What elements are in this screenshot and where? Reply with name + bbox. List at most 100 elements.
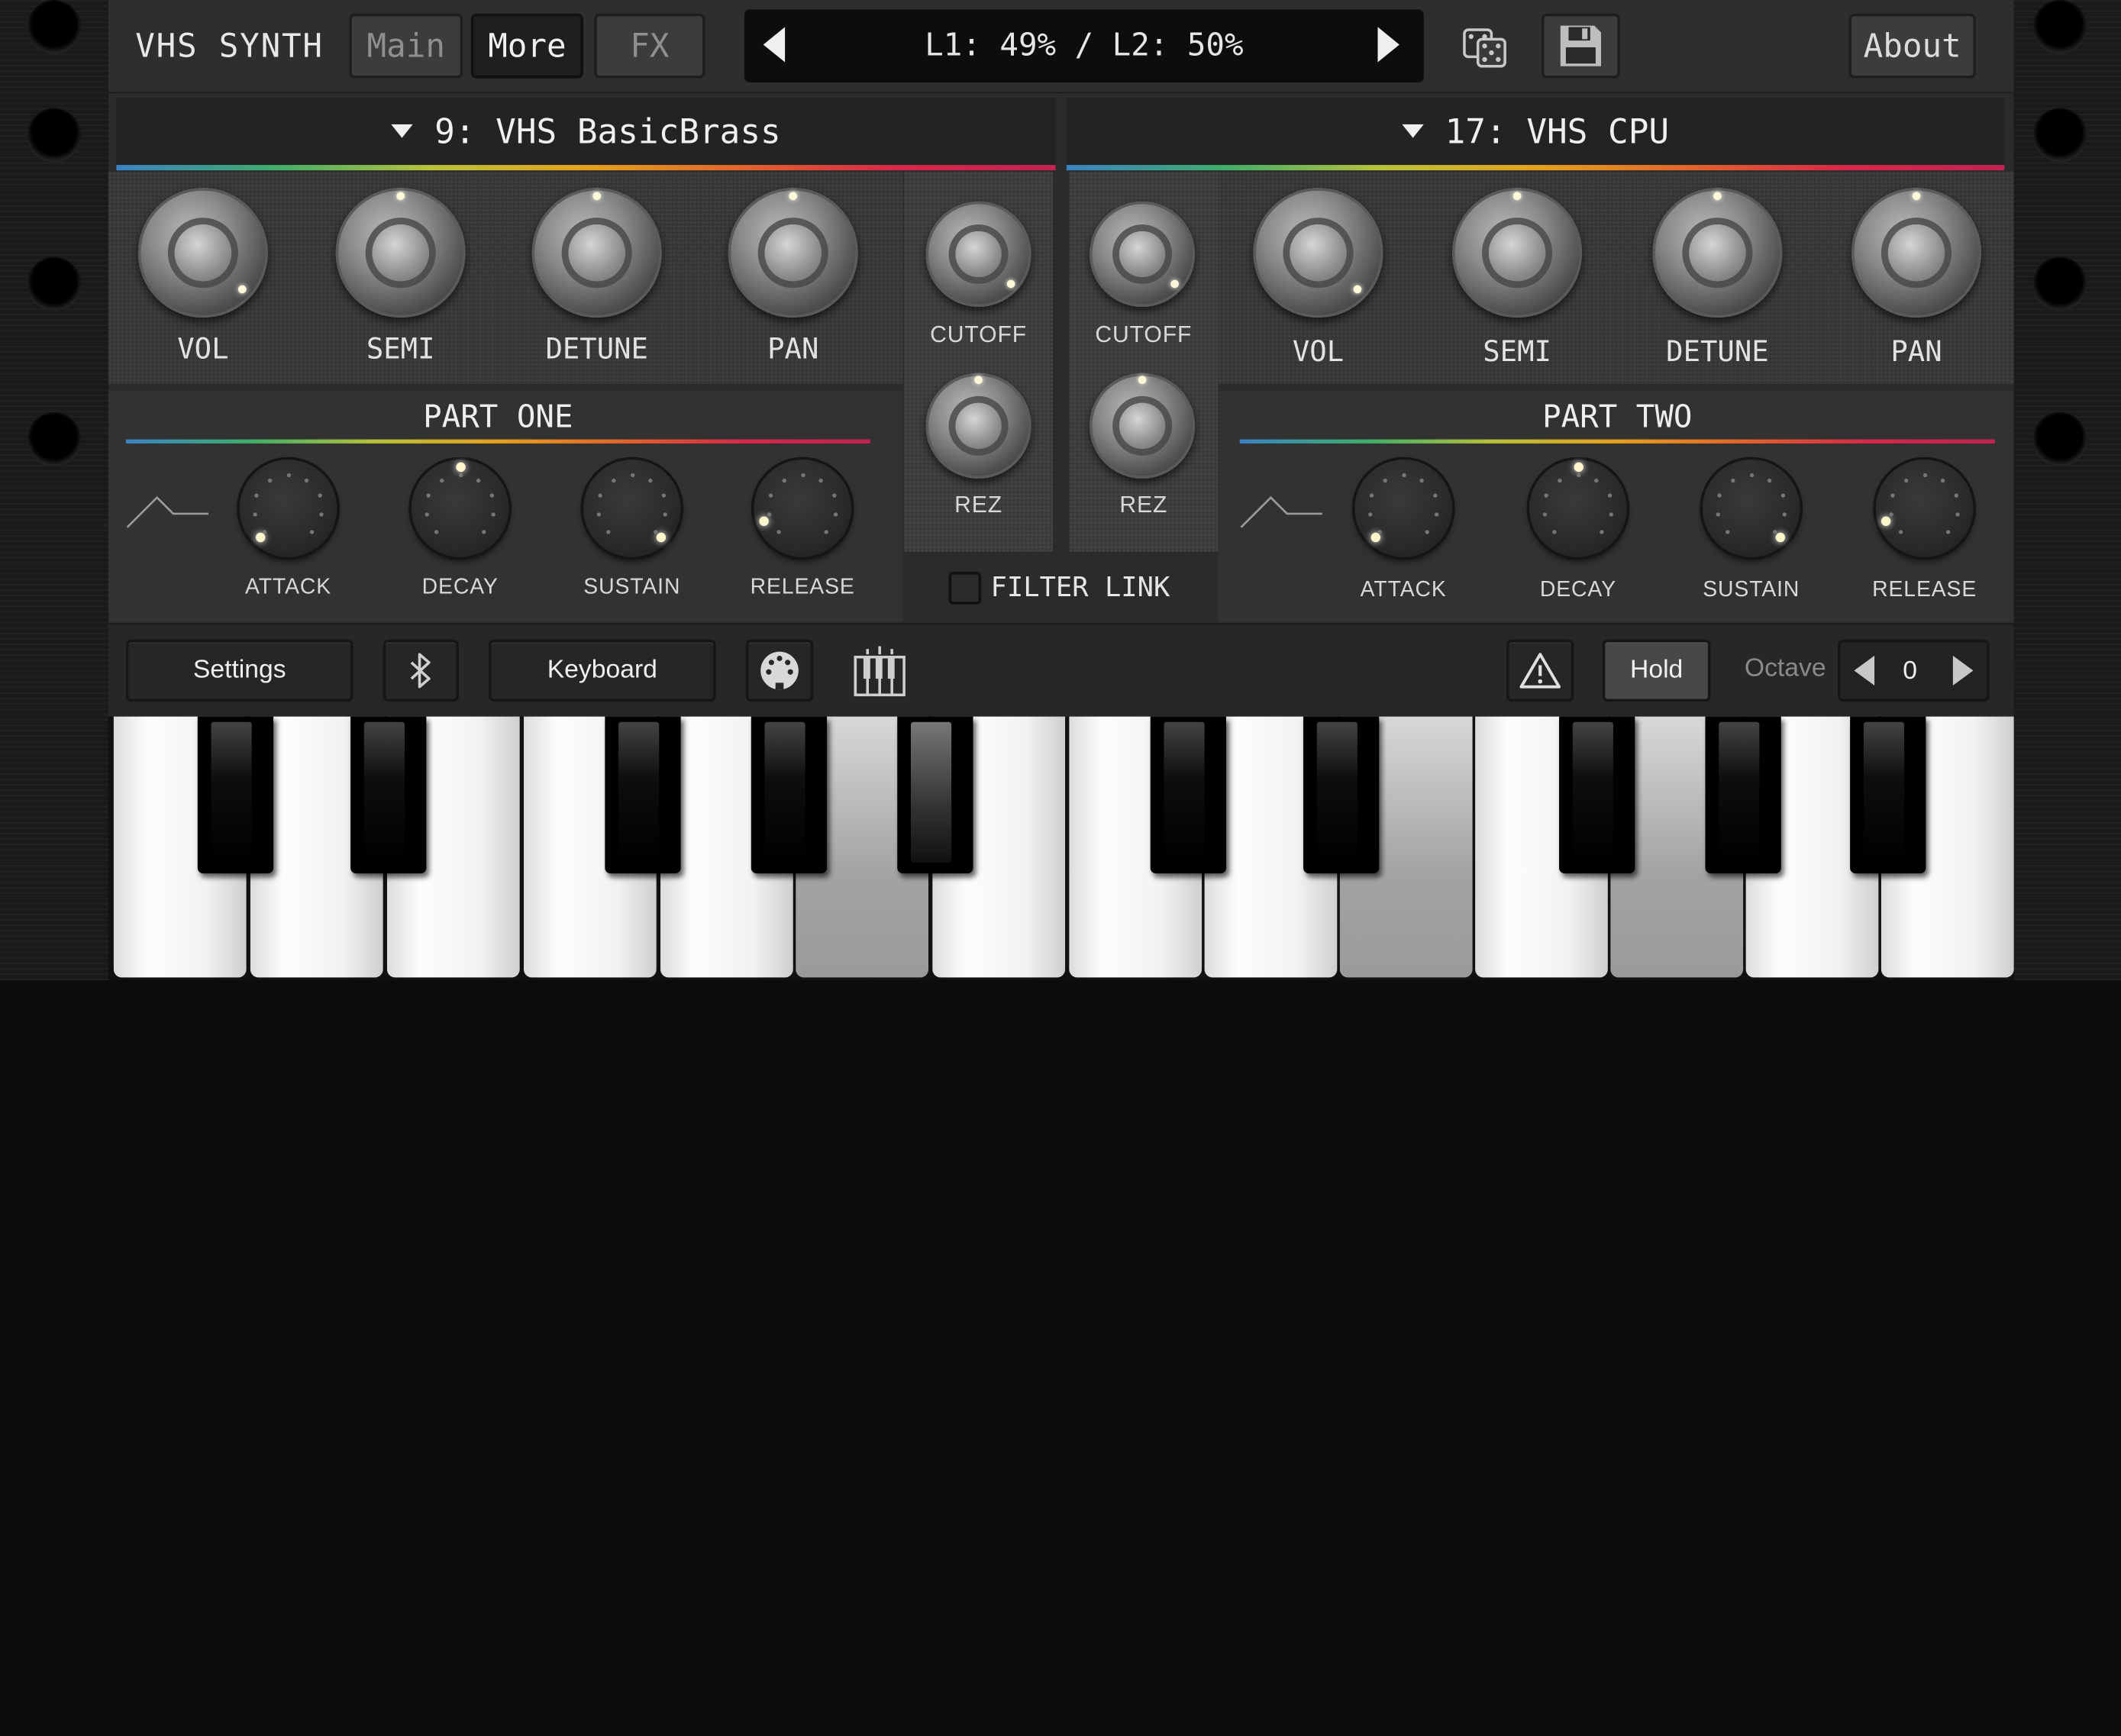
rez-knob[interactable] [1089,373,1196,479]
knob-tick-mark [1898,530,1903,534]
knob-tick-mark [1600,530,1604,534]
cutoff-knob[interactable] [1089,201,1196,308]
midi-button[interactable] [745,639,814,702]
knob-tick-mark [317,493,322,498]
octave-down-icon[interactable] [1854,655,1875,686]
tab-main[interactable]: Main [349,13,463,79]
knob-tick-mark [286,472,291,477]
midi-icon [760,651,799,690]
part-one-title: PART ONE [423,400,573,436]
knob-tick-mark [1718,493,1722,498]
black-key[interactable] [350,716,427,874]
tab-more[interactable]: More [470,13,583,79]
bluetooth-button[interactable] [383,639,459,702]
knob-tick-mark [596,512,601,518]
knob-tick-mark [1953,493,1958,498]
tab-fx[interactable]: FX [594,13,705,79]
attack-label: ATTACK [245,576,332,599]
keyboard-button[interactable]: Keyboard [488,639,716,702]
envelope-shape-icon [1240,495,1322,528]
rez-label: REZ [954,492,1003,518]
black-key[interactable] [605,716,681,874]
knob-tick-mark [831,493,836,498]
floppy-save-icon [1560,25,1601,66]
prev-arrow-icon[interactable] [763,27,786,63]
decay-knob[interactable] [411,460,509,557]
hold-button[interactable]: Hold [1602,639,1711,702]
settings-button[interactable]: Settings [125,639,354,702]
knob-tick-mark [425,512,429,518]
dropdown-triangle-icon [1401,124,1424,138]
about-button[interactable]: About [1848,13,1976,79]
bottom-toolbar: Settings Keyboard Hold Octave 0 [108,623,2014,717]
knob-tick-mark [1434,512,1439,518]
panic-button[interactable] [1506,639,1574,702]
rez-knob[interactable] [925,373,1031,479]
knob-tick-mark [767,512,772,518]
attack-knob[interactable] [1354,460,1452,557]
knob-tick-mark [1420,478,1425,482]
knob-tick-mark [1609,512,1613,518]
filter-link-checkbox[interactable] [948,572,982,605]
vol-knob[interactable] [1253,188,1383,318]
knob-tick-mark [267,478,272,482]
black-key[interactable] [1150,716,1226,874]
release-knob[interactable] [754,460,851,557]
knob-tick-mark [1557,478,1561,482]
left-rack-rail [0,0,108,980]
pan-knob[interactable] [728,188,858,318]
semi-knob[interactable] [335,188,466,318]
attack-knob[interactable] [239,460,337,557]
black-key[interactable] [1705,716,1781,874]
filter-link-label: FILTER LINK [990,570,1170,603]
knob-tick-mark [1780,493,1785,498]
detune-knob[interactable] [531,188,662,318]
sustain-knob[interactable] [583,460,681,557]
preset-lcd: L1: 49% / L2: 50% [744,9,1424,83]
knob-tick-mark [1425,530,1430,534]
lcd-readout: L1: 49% / L2: 50% [925,28,1244,64]
semi-knob[interactable] [1451,188,1583,318]
piano-keyboard [108,716,2014,980]
decay-label: DECAY [421,576,499,599]
knob-tick-mark [439,478,444,482]
black-key-pressed[interactable] [897,716,973,874]
detune-knob[interactable] [1652,188,1783,318]
knob-tick-mark [819,478,824,482]
black-key[interactable] [1303,716,1380,874]
synth-main: VHS SYNTH Main More FX L1: 49% / L2: 50% [108,0,2014,980]
knob-tick-mark [489,493,494,498]
rack-screw-hole [27,257,82,311]
save-button[interactable] [1541,13,1620,79]
knob-tick-mark [434,530,438,534]
part-one-preset-selector[interactable]: 9: VHS BasicBrass [116,97,1056,166]
semi-label: SEMI [1483,335,1551,368]
release-label: RELEASE [1872,578,1977,602]
knob-tick-mark [1370,493,1374,498]
sustain-label: SUSTAIN [1703,578,1800,602]
vol-label: VOL [1292,335,1345,368]
black-key[interactable] [1559,716,1635,874]
knob-tick-mark [1607,493,1612,498]
knob-tick-mark [1576,472,1580,477]
black-key[interactable] [1850,716,1926,874]
rack-screw-hole [2032,412,2087,466]
sustain-knob[interactable] [1702,460,1800,557]
black-key[interactable] [751,716,828,874]
part-two-title: PART TWO [1542,400,1693,436]
knob-tick-mark [1782,512,1787,518]
part-two-preset-selector[interactable]: 17: VHS CPU [1066,97,2005,166]
pan-knob[interactable] [1851,188,1982,318]
cutoff-knob[interactable] [925,201,1031,308]
app-root: VHS SYNTH Main More FX L1: 49% / L2: 50% [0,0,2121,1736]
octave-up-icon[interactable] [1952,655,1974,686]
decay-knob[interactable] [1529,460,1627,557]
dice-icon[interactable] [1461,21,1509,70]
vol-knob[interactable] [137,188,268,318]
black-key[interactable] [197,716,274,874]
knob-tick-mark [1903,478,1908,482]
next-arrow-icon[interactable] [1377,27,1399,63]
release-knob[interactable] [1875,460,1974,557]
knob-tick-mark [648,478,654,482]
piano-icon[interactable] [853,644,907,698]
